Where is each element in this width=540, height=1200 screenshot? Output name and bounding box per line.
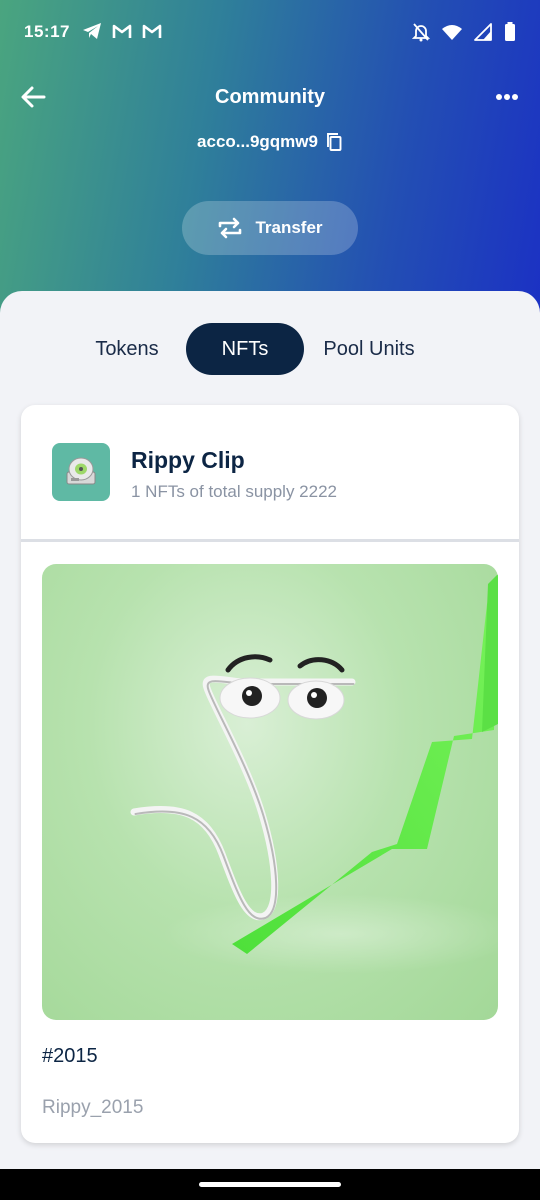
nft-image[interactable] (42, 564, 498, 1020)
nft-name: Rippy_2015 (42, 1097, 144, 1118)
transfer-arrows-icon (219, 217, 242, 239)
tab-nfts[interactable]: NFTs (186, 323, 304, 375)
status-right-icons (412, 22, 516, 42)
account-address-row[interactable]: acco...9gqmw9 (0, 132, 540, 152)
transfer-label: Transfer (255, 218, 323, 237)
gmail-icon (112, 24, 132, 38)
wifi-icon (442, 25, 462, 40)
signal-icon (474, 23, 492, 41)
status-time: 15:17 (24, 22, 70, 41)
collection-header[interactable]: Rippy Clip 1 NFTs of total supply 2222 (21, 405, 519, 539)
tab-pool-units[interactable]: Pool Units (312, 323, 426, 375)
bell-off-icon (412, 23, 430, 42)
transfer-button[interactable]: Transfer (182, 201, 358, 255)
gmail-icon (142, 24, 162, 38)
nft-id: #2015 (42, 1045, 98, 1067)
header-background: 15:17 Community acco...9gqmw9 Transfer (0, 0, 540, 320)
content-sheet: Tokens NFTs Pool Units Rippy Clip 1 NFTs… (0, 291, 540, 1169)
paperclip-character-illustration (130, 574, 498, 974)
collection-name: Rippy Clip (131, 447, 245, 473)
more-horizontal-icon (496, 94, 518, 100)
system-nav-bar (0, 1169, 540, 1200)
copy-icon[interactable] (326, 132, 343, 152)
card-divider (21, 539, 519, 542)
page-title: Community (215, 86, 325, 108)
top-nav: Community (0, 70, 540, 130)
disc-icon (66, 457, 96, 485)
status-bar: 15:17 (0, 0, 540, 66)
battery-icon (505, 22, 515, 41)
account-address: acco...9gqmw9 (197, 132, 318, 151)
more-options-button[interactable] (492, 82, 522, 112)
asset-tabs: Tokens NFTs Pool Units (0, 323, 540, 375)
telegram-icon (83, 23, 101, 39)
status-left-icons (82, 22, 162, 40)
nft-collection-card: Rippy Clip 1 NFTs of total supply 2222 #… (21, 405, 519, 1143)
home-indicator[interactable] (199, 1182, 341, 1187)
tab-tokens[interactable]: Tokens (82, 323, 172, 375)
collection-supply: 1 NFTs of total supply 2222 (131, 482, 338, 501)
collection-icon (52, 443, 110, 501)
